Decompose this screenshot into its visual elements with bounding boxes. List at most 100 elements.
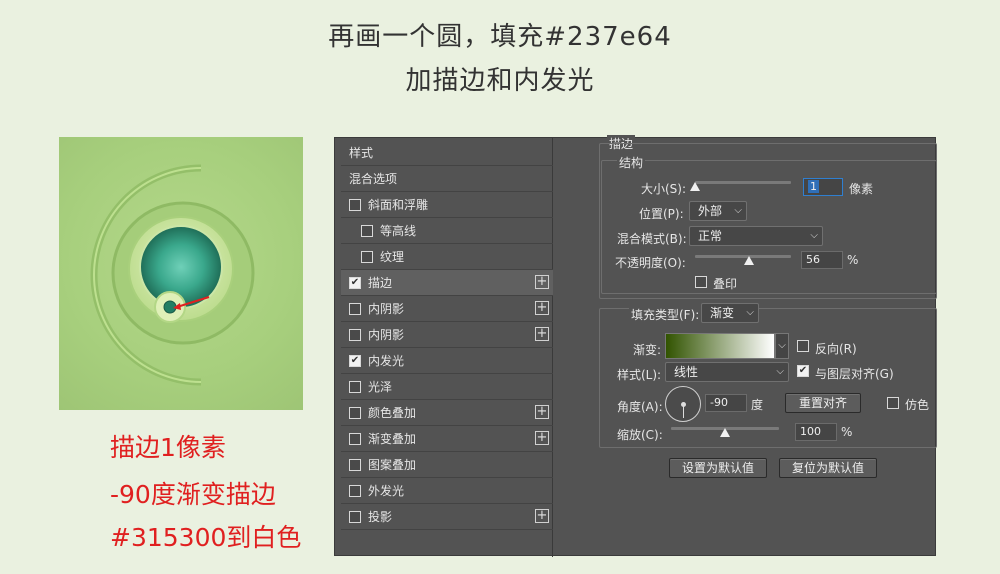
- heading-line-1: 再画一个圆，填充#237e64: [328, 22, 672, 52]
- style-select[interactable]: 线性 ⌵: [665, 362, 789, 382]
- align-with-layer-checkbox[interactable]: ✔: [797, 365, 809, 377]
- layer-style-checkbox[interactable]: [361, 250, 373, 263]
- add-icon[interactable]: +: [535, 275, 549, 289]
- layer-style-checkbox[interactable]: [349, 328, 361, 341]
- icon-illustration: [59, 137, 303, 410]
- reverse-label: 反向(R): [815, 342, 857, 356]
- layer-style-item-label: 斜面和浮雕: [368, 198, 429, 212]
- layer-style-checkbox[interactable]: ✔: [349, 276, 361, 289]
- layer-style-item[interactable]: ✔ 内发光: [341, 348, 553, 374]
- angle-dial[interactable]: [665, 386, 701, 422]
- layer-style-checkbox[interactable]: [349, 406, 361, 419]
- list-header-styles[interactable]: 样式: [341, 140, 553, 166]
- add-icon[interactable]: +: [535, 327, 549, 341]
- layer-style-item[interactable]: 颜色叠加 +: [341, 400, 553, 426]
- layer-style-item-label: 内阴影: [368, 328, 405, 342]
- layer-style-checkbox[interactable]: [349, 302, 361, 315]
- note-stroke-size: 描边1像素: [110, 433, 226, 462]
- layer-style-item[interactable]: 内阴影 +: [341, 322, 553, 348]
- opacity-slider-thumb[interactable]: [743, 256, 754, 265]
- scale-label: 缩放(C):: [617, 428, 663, 442]
- chevron-down-icon: ⌵: [778, 340, 786, 351]
- dither-checkbox[interactable]: [887, 397, 899, 409]
- angle-dial-needle: [683, 404, 684, 418]
- layer-style-list: 样式 混合选项斜面和浮雕等高线纹理 ✔ 描边 + 内阴影 + 内阴影 + ✔ 内发光光泽颜色叠加 +…: [341, 138, 553, 557]
- add-icon[interactable]: +: [535, 405, 549, 419]
- set-as-default-button[interactable]: 设置为默认值: [669, 458, 767, 478]
- layer-style-item-label: 混合选项: [349, 172, 398, 186]
- style-label: 样式(L):: [617, 368, 662, 382]
- size-label: 大小(S):: [641, 182, 687, 196]
- layer-style-item[interactable]: 光泽: [341, 374, 553, 400]
- dial-illustration: [90, 164, 255, 386]
- reverse-checkbox[interactable]: [797, 340, 809, 352]
- layer-style-item[interactable]: 图案叠加: [341, 452, 553, 478]
- align-with-layer-label: 与图层对齐(G): [815, 367, 894, 381]
- layer-style-item[interactable]: 斜面和浮雕: [341, 192, 553, 218]
- list-header-label: 样式: [349, 146, 374, 160]
- layer-style-item[interactable]: 投影 +: [341, 504, 553, 530]
- angle-unit: 度: [751, 398, 764, 412]
- opacity-input[interactable]: 56: [801, 251, 843, 269]
- size-input[interactable]: 1: [803, 178, 843, 196]
- layer-style-item[interactable]: 等高线: [341, 218, 553, 244]
- add-icon[interactable]: +: [535, 509, 549, 523]
- size-slider-thumb[interactable]: [690, 182, 700, 191]
- layer-style-checkbox[interactable]: [349, 198, 361, 211]
- scale-unit: %: [841, 425, 853, 439]
- layer-style-checkbox[interactable]: [349, 510, 361, 523]
- layer-style-checkbox[interactable]: [349, 458, 361, 471]
- layer-style-checkbox[interactable]: [349, 432, 361, 445]
- layer-style-item[interactable]: 混合选项: [341, 166, 553, 192]
- fill-type-label: 填充类型(F):: [629, 306, 702, 323]
- blend-mode-select[interactable]: 正常 ⌵: [689, 226, 823, 246]
- layer-style-item-label: 光泽: [368, 380, 393, 394]
- structure-title: 结构: [617, 154, 646, 171]
- position-label: 位置(P):: [639, 207, 684, 221]
- scale-input[interactable]: 100: [795, 423, 837, 441]
- knob-center: [163, 300, 177, 314]
- layer-style-item-label: 颜色叠加: [368, 406, 417, 420]
- note-gradient-angle: -90度渐变描边: [110, 480, 276, 509]
- layer-style-checkbox[interactable]: ✔: [349, 354, 361, 367]
- layer-style-checkbox[interactable]: [349, 484, 361, 497]
- angle-input[interactable]: -90: [705, 394, 747, 412]
- gradient-label: 渐变:: [633, 343, 662, 357]
- layer-style-item[interactable]: 渐变叠加 +: [341, 426, 553, 452]
- layer-style-item-label: 等高线: [380, 224, 417, 238]
- gradient-swatch[interactable]: [665, 333, 775, 359]
- add-icon[interactable]: +: [535, 301, 549, 315]
- layer-style-dialog: 样式 混合选项斜面和浮雕等高线纹理 ✔ 描边 + 内阴影 + 内阴影 + ✔ 内发光光泽颜色叠加 +…: [334, 135, 937, 557]
- layer-style-item-label: 渐变叠加: [368, 432, 417, 446]
- layer-style-item[interactable]: 纹理: [341, 244, 553, 270]
- scale-slider-thumb[interactable]: [720, 428, 730, 437]
- gradient-dropdown[interactable]: ⌵: [775, 333, 789, 359]
- layer-style-item-label: 外发光: [368, 484, 405, 498]
- reset-to-default-button[interactable]: 复位为默认值: [779, 458, 877, 478]
- overprint-checkbox[interactable]: [695, 276, 707, 288]
- chevron-down-icon: ⌵: [746, 307, 754, 318]
- layer-style-item-label: 内发光: [368, 354, 405, 368]
- layer-style-checkbox[interactable]: [349, 380, 361, 393]
- size-slider-track[interactable]: [695, 181, 791, 184]
- layer-style-checkbox[interactable]: [361, 224, 373, 237]
- chevron-down-icon: ⌵: [734, 205, 742, 216]
- chevron-down-icon: ⌵: [810, 230, 818, 241]
- layer-style-item-label: 内阴影: [368, 302, 405, 316]
- overprint-label: 叠印: [713, 277, 738, 291]
- angle-label: 角度(A):: [617, 400, 663, 414]
- reset-align-button[interactable]: 重置对齐: [785, 393, 861, 413]
- opacity-label: 不透明度(O):: [615, 256, 686, 270]
- fill-type-select[interactable]: 渐变 ⌵: [701, 303, 759, 323]
- chevron-down-icon: ⌵: [776, 366, 784, 377]
- layer-style-item-label: 投影: [368, 510, 393, 524]
- layer-style-item[interactable]: ✔ 描边 +: [341, 270, 553, 296]
- layer-style-item[interactable]: 外发光: [341, 478, 553, 504]
- add-icon[interactable]: +: [535, 431, 549, 445]
- layer-style-item[interactable]: 内阴影 +: [341, 296, 553, 322]
- size-unit: 像素: [849, 182, 874, 196]
- position-select[interactable]: 外部 ⌵: [689, 201, 747, 221]
- blend-mode-label: 混合模式(B):: [617, 232, 687, 246]
- layer-style-item-label: 图案叠加: [368, 458, 417, 472]
- note-gradient-colors: #315300到白色: [110, 523, 302, 552]
